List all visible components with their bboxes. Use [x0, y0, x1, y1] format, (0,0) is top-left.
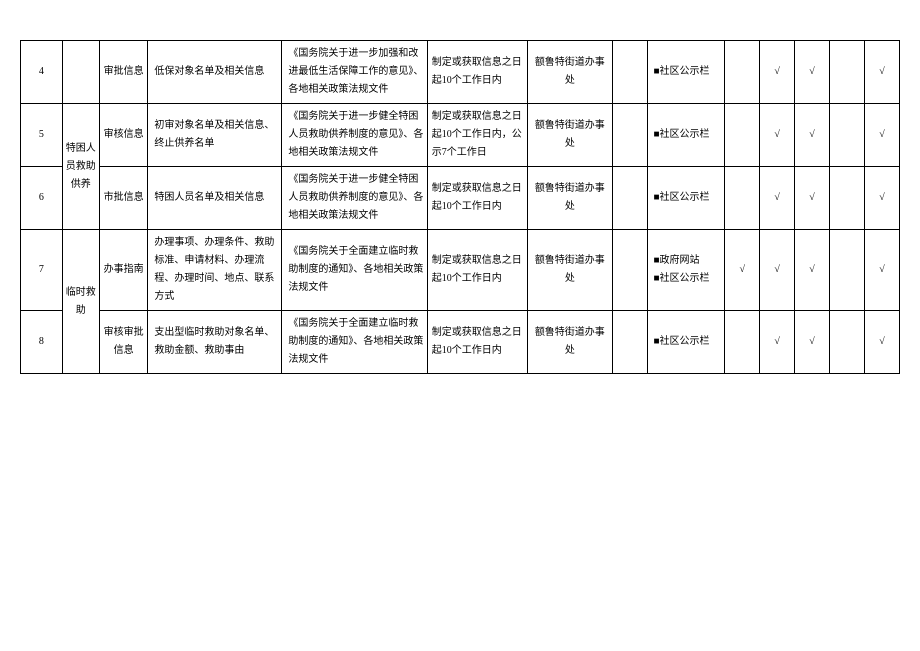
basis: 《国务院关于进一步加强和改进最低生活保障工作的意见》、各地相关政策法规文件: [282, 41, 427, 104]
check1: [612, 41, 647, 104]
tick3: √: [795, 167, 830, 230]
row-number: 7: [21, 230, 63, 311]
table-row: 5 特困人员救助供养 审核信息 初审对象名单及相关信息、终止供养名单 《国务院关…: [21, 104, 900, 167]
timeframe: 制定或获取信息之日起10个工作日内: [427, 167, 527, 230]
timeframe: 制定或获取信息之日起10个工作日内，公示7个工作日: [427, 104, 527, 167]
tick4: [830, 41, 865, 104]
tick3: √: [795, 41, 830, 104]
carrier: ■社区公示栏: [647, 41, 725, 104]
basis: 《国务院关于进一步健全特困人员救助供养制度的意见》、各地相关政策法规文件: [282, 167, 427, 230]
tick5: √: [864, 230, 899, 311]
info-type: 市批信息: [99, 167, 147, 230]
tick5: √: [864, 41, 899, 104]
carrier: ■政府网站 ■社区公示栏: [647, 230, 725, 311]
category: 临时救助: [62, 230, 99, 374]
carrier: ■社区公示栏: [647, 167, 725, 230]
row-number: 5: [21, 104, 63, 167]
row-number: 6: [21, 167, 63, 230]
check1: [612, 104, 647, 167]
row-number: 4: [21, 41, 63, 104]
basis: 《国务院关于全面建立临时救助制度的通知》、各地相关政策法规文件: [282, 311, 427, 374]
tick4: [830, 230, 865, 311]
content: 特困人员名单及相关信息: [148, 167, 282, 230]
tick2: √: [760, 230, 795, 311]
tick1: [725, 104, 760, 167]
basis: 《国务院关于全面建立临时救助制度的通知》、各地相关政策法规文件: [282, 230, 427, 311]
tick4: [830, 167, 865, 230]
tick1: √: [725, 230, 760, 311]
tick1: [725, 311, 760, 374]
check1: [612, 230, 647, 311]
tick2: √: [760, 104, 795, 167]
tick2: √: [760, 167, 795, 230]
carrier: ■社区公示栏: [647, 104, 725, 167]
department: 额鲁特街道办事处: [528, 41, 613, 104]
info-type: 审核信息: [99, 104, 147, 167]
timeframe: 制定或获取信息之日起10个工作日内: [427, 230, 527, 311]
info-type: 办事指南: [99, 230, 147, 311]
category: [62, 41, 99, 104]
check1: [612, 311, 647, 374]
tick2: √: [760, 311, 795, 374]
content: 办理事项、办理条件、救助标准、申请材料、办理流程、办理时间、地点、联系方式: [148, 230, 282, 311]
timeframe: 制定或获取信息之日起10个工作日内: [427, 41, 527, 104]
basis: 《国务院关于进一步健全特困人员救助供养制度的意见》、各地相关政策法规文件: [282, 104, 427, 167]
tick5: √: [864, 104, 899, 167]
department: 额鲁特街道办事处: [528, 104, 613, 167]
tick3: √: [795, 104, 830, 167]
info-type: 审批信息: [99, 41, 147, 104]
row-number: 8: [21, 311, 63, 374]
tick3: √: [795, 230, 830, 311]
content: 支出型临时救助对象名单、救助金额、救助事由: [148, 311, 282, 374]
department: 额鲁特街道办事处: [528, 167, 613, 230]
content: 初审对象名单及相关信息、终止供养名单: [148, 104, 282, 167]
tick5: √: [864, 311, 899, 374]
tick4: [830, 104, 865, 167]
tick4: [830, 311, 865, 374]
table-row: 6 市批信息 特困人员名单及相关信息 《国务院关于进一步健全特困人员救助供养制度…: [21, 167, 900, 230]
table-row: 7 临时救助 办事指南 办理事项、办理条件、救助标准、申请材料、办理流程、办理时…: [21, 230, 900, 311]
info-type: 审核审批信息: [99, 311, 147, 374]
gov-disclosure-table: 4 审批信息 低保对象名单及相关信息 《国务院关于进一步加强和改进最低生活保障工…: [20, 40, 900, 374]
content: 低保对象名单及相关信息: [148, 41, 282, 104]
category: 特困人员救助供养: [62, 104, 99, 230]
department: 额鲁特街道办事处: [528, 311, 613, 374]
check1: [612, 167, 647, 230]
tick1: [725, 41, 760, 104]
table-row: 8 审核审批信息 支出型临时救助对象名单、救助金额、救助事由 《国务院关于全面建…: [21, 311, 900, 374]
tick3: √: [795, 311, 830, 374]
timeframe: 制定或获取信息之日起10个工作日内: [427, 311, 527, 374]
carrier: ■社区公示栏: [647, 311, 725, 374]
tick5: √: [864, 167, 899, 230]
tick2: √: [760, 41, 795, 104]
table-row: 4 审批信息 低保对象名单及相关信息 《国务院关于进一步加强和改进最低生活保障工…: [21, 41, 900, 104]
tick1: [725, 167, 760, 230]
department: 额鲁特街道办事处: [528, 230, 613, 311]
